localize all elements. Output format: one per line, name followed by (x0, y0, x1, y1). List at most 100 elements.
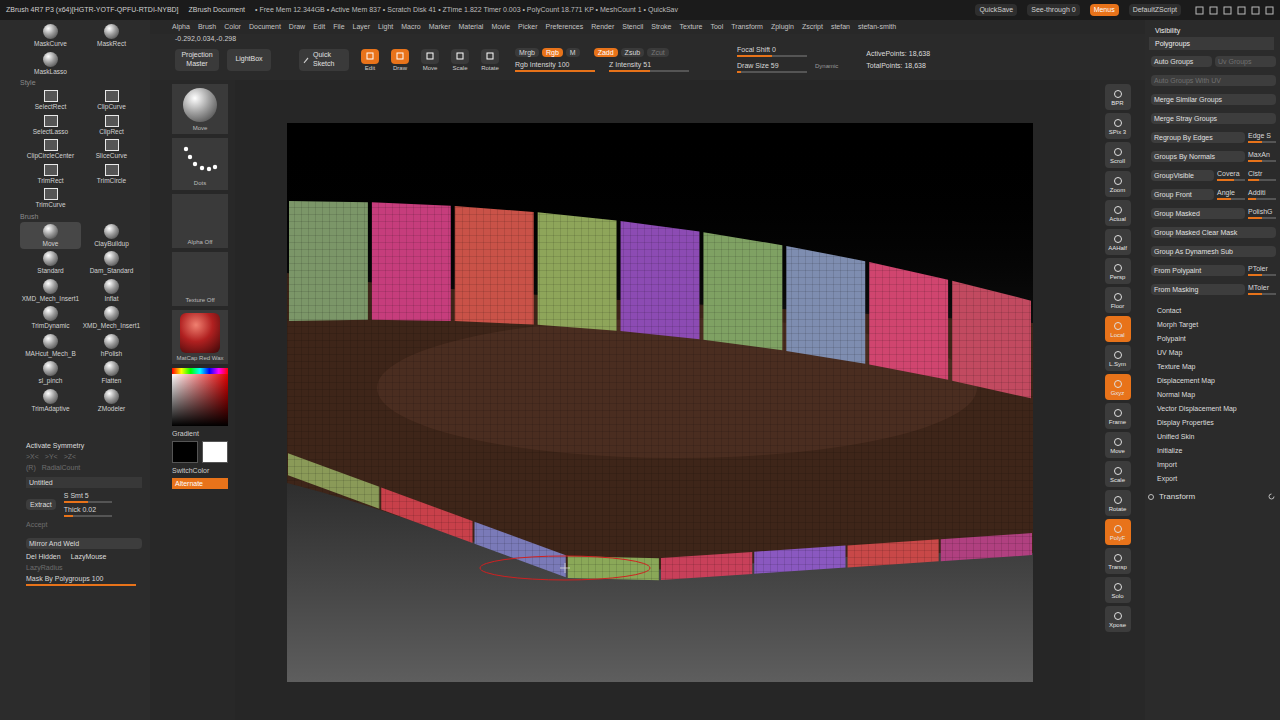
tool-item[interactable]: hPolish (81, 332, 142, 360)
polygroup-slider[interactable]: Covera (1217, 170, 1245, 181)
polygroup-button[interactable]: Auto Groups With UV (1151, 75, 1276, 86)
polygroup-slider[interactable]: Clstr (1248, 170, 1276, 181)
channel-toggle[interactable]: Mrgb (515, 48, 539, 57)
lazy-radius-slider[interactable]: LazyRadius (26, 564, 142, 571)
intensity-slider[interactable]: Z Intensity 51 (609, 61, 689, 72)
tool-item[interactable]: MaskLasso (20, 50, 81, 78)
shelf-toggle[interactable]: SPix 3 (1105, 113, 1131, 139)
smooth-slider[interactable]: S Smt 5 (64, 492, 112, 503)
subpalette-item[interactable]: Display Properties (1157, 419, 1276, 426)
polygroup-button[interactable]: Auto Groups (1151, 56, 1212, 67)
polygroup-button[interactable]: Uv Groups (1215, 56, 1276, 67)
tool-item[interactable]: XMD_Mech_Insert1 (81, 304, 142, 332)
polygroup-button[interactable]: From Masking (1151, 284, 1245, 295)
shelf-toggle[interactable]: Xpose (1105, 606, 1131, 632)
menu-item[interactable]: Texture (679, 22, 702, 33)
window-control-icon[interactable] (1251, 6, 1260, 15)
polygroup-slider[interactable]: PToler (1248, 265, 1276, 276)
shelf-toggle[interactable]: Transp (1105, 548, 1131, 574)
stroke-slot[interactable]: Dots (172, 138, 228, 190)
brush-slot[interactable]: Move (172, 84, 228, 134)
title-button[interactable]: QuickSave (975, 4, 1017, 17)
menu-item[interactable]: Zscript (802, 22, 823, 33)
subpalette-item[interactable]: Vector Displacement Map (1157, 405, 1276, 412)
menu-item[interactable]: Zplugin (771, 22, 794, 33)
polygroup-button[interactable]: GroupVisible (1151, 170, 1214, 181)
tool-item[interactable]: ClayBuildup (81, 222, 142, 250)
menu-item[interactable]: Brush (198, 22, 216, 33)
subpalette-item[interactable]: Contact (1157, 307, 1276, 314)
polygroup-button[interactable]: Regroup By Edges (1151, 132, 1245, 143)
polygroup-slider[interactable]: Angle (1217, 189, 1245, 200)
tool-item[interactable]: ClipCircleCenter (20, 137, 81, 162)
mode-button[interactable]: Scale (447, 49, 473, 71)
subpalette-item[interactable]: Initialize (1157, 447, 1276, 454)
subpalette-item[interactable]: Polypaint (1157, 335, 1276, 342)
tool-item[interactable]: Flatten (81, 359, 142, 387)
polygroup-slider[interactable]: Edge S (1248, 132, 1276, 143)
draw-slider[interactable]: Focal Shift 0 (737, 46, 807, 57)
tool-item[interactable]: MAHcut_Mech_B (20, 332, 81, 360)
shelf-button[interactable]: Projection Master (175, 49, 219, 71)
color-swatch[interactable] (172, 441, 198, 463)
menu-item[interactable]: Material (458, 22, 483, 33)
tool-item[interactable]: Dam_Standard (81, 249, 142, 277)
menu-item[interactable]: stefan-smith (858, 22, 896, 33)
tool-item[interactable]: Move (20, 222, 81, 250)
window-control-icon[interactable] (1195, 6, 1204, 15)
shelf-toggle[interactable]: Persp (1105, 258, 1131, 284)
visibility-palette[interactable]: Visibility (1147, 24, 1276, 37)
title-button[interactable]: DefaultZScript (1129, 4, 1181, 17)
draw-slider[interactable]: Draw Size 59 (737, 62, 807, 73)
accept-button[interactable]: Accept (26, 521, 142, 528)
menu-item[interactable]: Document (249, 22, 281, 33)
title-button[interactable]: Menus (1090, 4, 1119, 17)
tool-item[interactable]: MaskCurve (20, 22, 81, 50)
shelf-toggle[interactable]: Actual (1105, 200, 1131, 226)
tool-item[interactable]: sl_pinch (20, 359, 81, 387)
radial-option[interactable]: (R) (26, 464, 36, 471)
tool-item[interactable]: Standard (20, 249, 81, 277)
polygroup-button[interactable]: From Polypaint (1151, 265, 1245, 276)
color-swatch[interactable] (202, 441, 228, 463)
shelf-toggle[interactable]: Rotate (1105, 490, 1131, 516)
tool-item[interactable]: XMD_Mech_Insert1 (20, 277, 81, 305)
window-control-icon[interactable] (1223, 6, 1232, 15)
menu-item[interactable]: Layer (353, 22, 371, 33)
tool-item[interactable]: ClipRect (81, 113, 142, 138)
thick-slider[interactable]: Thick 0.02 (64, 506, 112, 517)
z-toggle[interactable]: Zadd (594, 48, 618, 57)
menu-item[interactable]: Macro (401, 22, 420, 33)
menu-item[interactable]: Transform (731, 22, 763, 33)
title-button[interactable]: See-through 0 (1027, 4, 1079, 17)
polygroup-slider[interactable]: MaxAn (1248, 151, 1276, 162)
transform-palette[interactable]: Transform (1147, 482, 1276, 501)
tool-item[interactable]: SelectLasso (20, 113, 81, 138)
polygroup-model[interactable] (287, 123, 1033, 682)
shelf-toggle[interactable]: Scroll (1105, 142, 1131, 168)
menu-item[interactable]: stefan (831, 22, 850, 33)
menu-item[interactable]: Marker (429, 22, 451, 33)
subpalette-item[interactable]: Morph Target (1157, 321, 1276, 328)
polygroup-button[interactable]: Merge Stray Groups (1151, 113, 1276, 124)
menu-item[interactable]: Stroke (651, 22, 671, 33)
menu-item[interactable]: Render (591, 22, 614, 33)
lazy-mouse-button[interactable]: LazyMouse (71, 553, 107, 560)
mask-by-polygroups-slider[interactable]: Mask By Polygroups 100 (26, 575, 136, 586)
shelf-toggle[interactable]: BPR (1105, 84, 1131, 110)
tool-item[interactable]: TrimRect (20, 162, 81, 187)
mirror-and-weld-button[interactable]: Mirror And Weld (26, 538, 142, 549)
polygroup-slider[interactable]: MToler (1248, 284, 1276, 295)
tool-item[interactable]: MaskRect (81, 22, 142, 50)
shelf-toggle[interactable]: Solo (1105, 577, 1131, 603)
menu-item[interactable]: Draw (289, 22, 305, 33)
shelf-toggle[interactable]: Move (1105, 432, 1131, 458)
menu-item[interactable]: Color (224, 22, 241, 33)
polygroup-button[interactable]: Group Masked (1151, 208, 1245, 219)
tool-item[interactable]: TrimCircle (81, 162, 142, 187)
tool-item[interactable]: Inflat (81, 277, 142, 305)
window-control-icon[interactable] (1237, 6, 1246, 15)
polygroup-button[interactable]: Group Front (1151, 189, 1214, 200)
shelf-toggle[interactable]: Gxyz (1105, 374, 1131, 400)
axis-toggle[interactable]: >Y< (45, 453, 58, 460)
